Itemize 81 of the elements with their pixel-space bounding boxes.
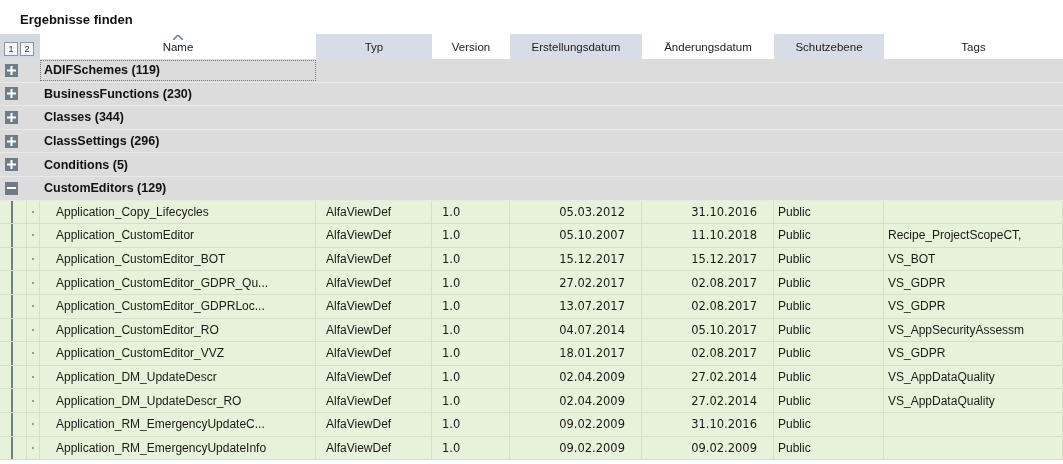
table-cell: 1.0	[432, 365, 510, 389]
table-cell: Application_Copy_Lifecycles	[40, 200, 316, 224]
table-cell: 02.08.2017	[642, 294, 774, 318]
outline-level-button[interactable]: 1	[4, 42, 18, 56]
table-cell: AlfaViewDef	[316, 271, 432, 294]
table-cell: Application_DM_UpdateDescr	[40, 365, 316, 389]
table-cell: 27.02.2017	[510, 271, 642, 294]
table-cell: Public	[774, 271, 884, 294]
table-cell: 05.10.2017	[642, 318, 774, 342]
table-cell: 11.10.2018	[642, 224, 774, 247]
table-cell: 09.02.2009	[510, 412, 642, 436]
table-cell: Public	[774, 318, 884, 342]
table-cell: AlfaViewDef	[316, 436, 432, 460]
table-cell: Application_CustomEditor_GDPR_Qu...	[40, 271, 316, 294]
outline-level-button[interactable]: 2	[20, 42, 34, 56]
group-name[interactable]: ADIFSchemes (119)	[40, 60, 316, 81]
column-header[interactable]: Erstellungsdatum	[510, 34, 642, 59]
table-cell: 02.04.2009	[510, 389, 642, 412]
table-cell: 18.01.2017	[510, 342, 642, 365]
table-cell: VS_GDPR	[884, 294, 1063, 318]
table-cell: VS_BOT	[884, 247, 1063, 271]
table-cell: Public	[774, 247, 884, 271]
table-cell: 1.0	[432, 200, 510, 224]
table-cell: AlfaViewDef	[316, 200, 432, 224]
table-cell: AlfaViewDef	[316, 294, 432, 318]
section-title: Ergebnisse finden	[19, 11, 134, 29]
table-cell: Application_CustomEditor_VVZ	[40, 342, 316, 365]
table-cell: 1.0	[432, 294, 510, 318]
table-cell: 04.07.2014	[510, 318, 642, 342]
table-cell: Application_CustomEditor_BOT	[40, 247, 316, 271]
table-cell: Application_RM_EmergencyUpdateInfo	[40, 436, 316, 460]
table-cell: Application_CustomEditor_RO	[40, 318, 316, 342]
table-cell: 1.0	[432, 224, 510, 247]
table-cell: 13.07.2017	[510, 294, 642, 318]
table-cell: 02.08.2017	[642, 342, 774, 365]
table-cell: VS_GDPR	[884, 342, 1063, 365]
table-cell: VS_AppDataQuality	[884, 365, 1063, 389]
table-cell: Application_CustomEditor_GDPRLoc...	[40, 294, 316, 318]
table-cell: AlfaViewDef	[316, 365, 432, 389]
table-cell: Public	[774, 365, 884, 389]
table-cell: 31.10.2016	[642, 412, 774, 436]
table-cell: AlfaViewDef	[316, 389, 432, 412]
table-cell: VS_AppSecurityAssessm	[884, 318, 1063, 342]
table-cell: Application_DM_UpdateDescr_RO	[40, 389, 316, 412]
table-cell: Public	[774, 412, 884, 436]
column-header[interactable]: Typ	[316, 34, 432, 59]
table-cell: Public	[774, 200, 884, 224]
column-header[interactable]: Schutzebene	[774, 34, 884, 59]
table-cell: VS_AppDataQuality	[884, 389, 1063, 412]
table-cell: 02.04.2009	[510, 365, 642, 389]
table-cell: Public	[774, 389, 884, 412]
table-cell: Public	[774, 224, 884, 247]
table-cell: 1.0	[432, 318, 510, 342]
table-cell: AlfaViewDef	[316, 224, 432, 247]
table-cell: AlfaViewDef	[316, 342, 432, 365]
table-cell: 09.02.2009	[510, 436, 642, 460]
table-cell: Application_RM_EmergencyUpdateC...	[40, 412, 316, 436]
table-cell: Public	[774, 436, 884, 460]
table-cell: AlfaViewDef	[316, 318, 432, 342]
table-cell: 15.12.2017	[642, 247, 774, 271]
table-cell: 1.0	[432, 412, 510, 436]
table-cell: 02.08.2017	[642, 271, 774, 294]
table-cell: 05.03.2012	[510, 200, 642, 224]
table-cell: 1.0	[432, 342, 510, 365]
table-cell: 1.0	[432, 271, 510, 294]
table-cell: 15.12.2017	[510, 247, 642, 271]
table-cell: 1.0	[432, 247, 510, 271]
table-cell: 27.02.2014	[642, 389, 774, 412]
table-cell: 27.02.2014	[642, 365, 774, 389]
table-cell: Public	[774, 342, 884, 365]
table-cell: 09.02.2009	[642, 436, 774, 460]
table-cell: 1.0	[432, 389, 510, 412]
table-cell: Recipe_ProjectScopeCT,	[884, 224, 1063, 247]
table-cell: 1.0	[432, 436, 510, 460]
table-cell: Public	[774, 294, 884, 318]
table-cell: VS_GDPR	[884, 271, 1063, 294]
table-cell: AlfaViewDef	[316, 412, 432, 436]
table-cell: 31.10.2016	[642, 200, 774, 224]
table-cell: AlfaViewDef	[316, 247, 432, 271]
table-cell: Application_CustomEditor	[40, 224, 316, 247]
table-cell: 05.10.2007	[510, 224, 642, 247]
